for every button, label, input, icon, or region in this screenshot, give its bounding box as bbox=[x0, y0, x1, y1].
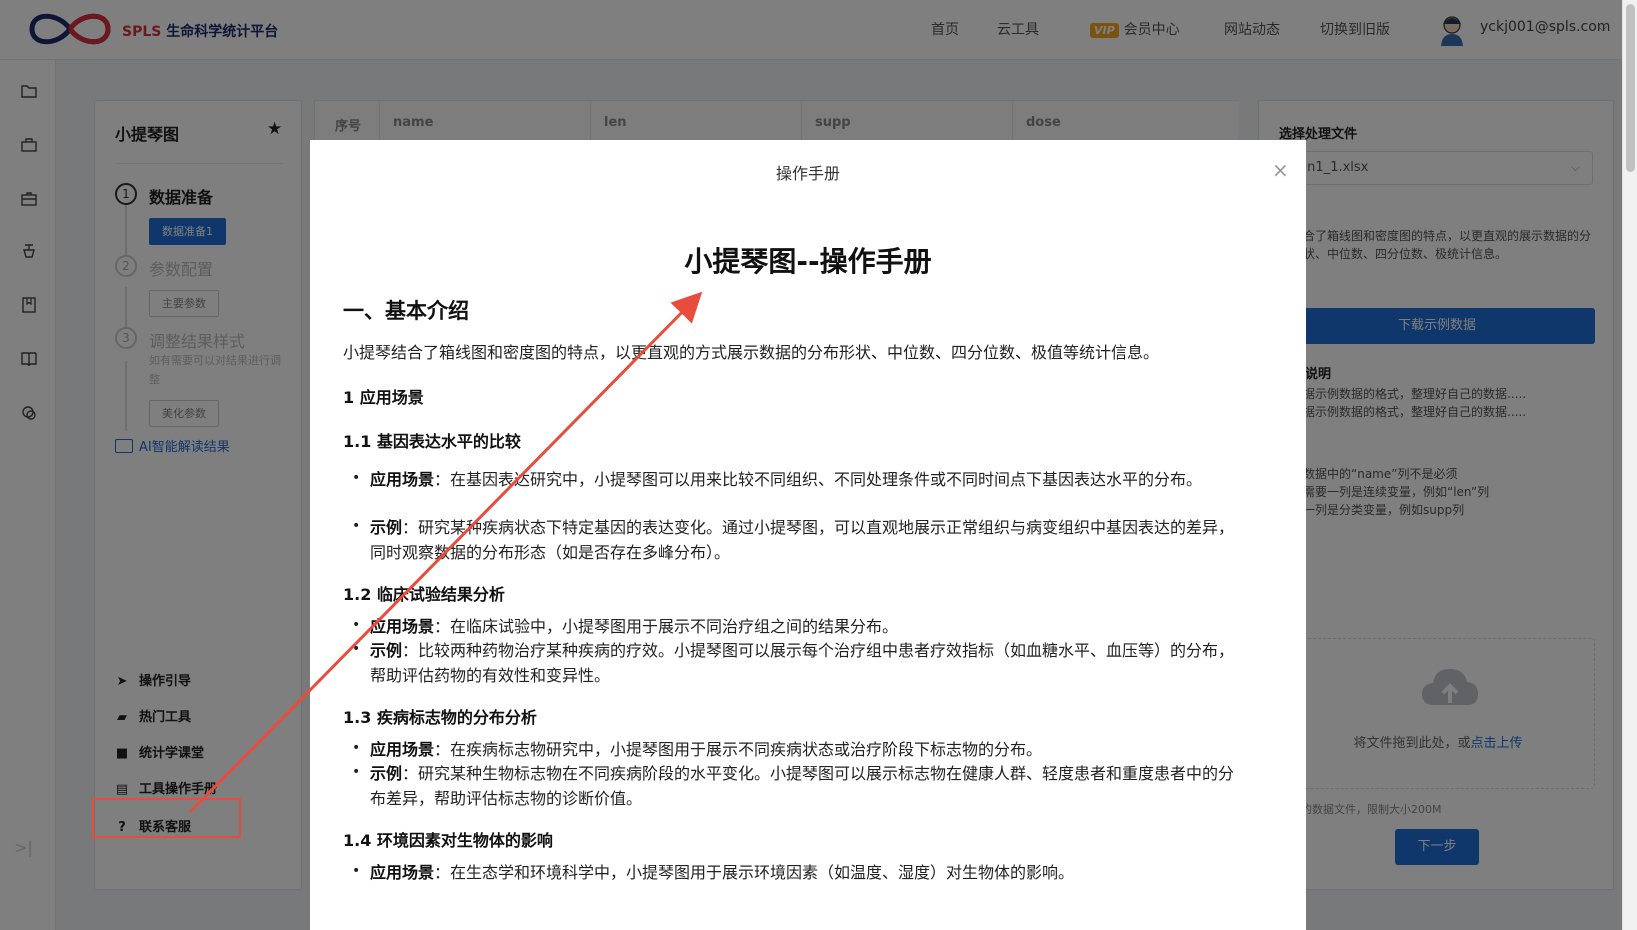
list-item-label: 应用场景 bbox=[370, 470, 435, 489]
list-item-text: ：在生态学和环境科学中，小提琴图用于展示环境因素（如温度、湿度）对生物体的影响。 bbox=[434, 863, 1075, 882]
list-item-label: 示例 bbox=[370, 764, 403, 783]
doc-title: 小提琴图--操作手册 bbox=[684, 245, 932, 278]
subsection-heading: 1.4 环境因素对生物体的影响 bbox=[343, 831, 553, 850]
subsection-heading: 1.1 基因表达水平的比较 bbox=[343, 432, 521, 451]
list-item-text: ：研究某种疾病状态下特定基因的表达变化。通过小提琴图，可以直观地展示正常组织与病… bbox=[370, 518, 1235, 562]
list-item-text: ：研究某种生物标志物在不同疾病阶段的水平变化。小提琴图可以展示标志物在健康人群、… bbox=[370, 764, 1235, 808]
page-scrollbar[interactable] bbox=[1622, 0, 1637, 930]
bullet: • bbox=[352, 518, 361, 534]
list-item-label: 应用场景 bbox=[370, 617, 435, 636]
bullet: • bbox=[352, 740, 361, 756]
manual-modal: 操作手册 × 小提琴图--操作手册 一、基本介绍 小提琴结合了箱线图和密度图的特… bbox=[310, 140, 1306, 930]
subsection-heading: 1 应用场景 bbox=[343, 388, 424, 407]
list-item-label: 应用场景 bbox=[370, 863, 435, 882]
list-item-text: ：在临床试验中，小提琴图用于展示不同治疗组之间的结果分布。 bbox=[434, 617, 899, 636]
subsection-heading: 1.2 临床试验结果分析 bbox=[343, 585, 505, 604]
list-item: 示例：比较两种药物治疗某种疾病的疗效。小提琴图可以展示每个治疗组中患者疗效指标（… bbox=[370, 638, 1250, 688]
highlight-box bbox=[92, 798, 241, 838]
scrollbar-thumb[interactable] bbox=[1626, 4, 1635, 172]
close-icon[interactable]: × bbox=[1272, 158, 1289, 182]
bullet: • bbox=[352, 617, 361, 633]
list-item-text: ：比较两种药物治疗某种疾病的疗效。小提琴图可以展示每个治疗组中患者疗效指标（如血… bbox=[370, 641, 1235, 685]
bullet: • bbox=[352, 764, 361, 780]
list-item: 应用场景：在生态学和环境科学中，小提琴图用于展示环境因素（如温度、湿度）对生物体… bbox=[370, 860, 1250, 885]
list-item-text: ：在疾病标志物研究中，小提琴图用于展示不同疾病状态或治疗阶段下标志物的分布。 bbox=[434, 740, 1043, 759]
list-item: 应用场景：在疾病标志物研究中，小提琴图用于展示不同疾病状态或治疗阶段下标志物的分… bbox=[370, 737, 1250, 762]
list-item: 示例：研究某种生物标志物在不同疾病阶段的水平变化。小提琴图可以展示标志物在健康人… bbox=[370, 761, 1250, 811]
list-item-label: 示例 bbox=[370, 641, 403, 660]
bullet: • bbox=[352, 641, 361, 657]
subsection-heading: 1.3 疾病标志物的分布分析 bbox=[343, 708, 537, 727]
bullet: • bbox=[352, 863, 361, 879]
list-item-label: 示例 bbox=[370, 518, 403, 537]
list-item-text: ：在基因表达研究中，小提琴图可以用来比较不同组织、不同处理条件或不同时间点下基因… bbox=[434, 470, 1203, 489]
section-heading: 一、基本介绍 bbox=[343, 299, 469, 323]
list-item: 示例：研究某种疾病状态下特定基因的表达变化。通过小提琴图，可以直观地展示正常组织… bbox=[370, 515, 1250, 565]
list-item: 应用场景：在基因表达研究中，小提琴图可以用来比较不同组织、不同处理条件或不同时间… bbox=[370, 467, 1250, 492]
intro-paragraph: 小提琴结合了箱线图和密度图的特点，以更直观的方式展示数据的分布形状、中位数、四分… bbox=[343, 343, 1160, 362]
modal-title: 操作手册 bbox=[775, 164, 840, 183]
list-item: 应用场景：在临床试验中，小提琴图用于展示不同治疗组之间的结果分布。 bbox=[370, 614, 1250, 639]
collapse-rail-icon[interactable]: >| bbox=[14, 838, 33, 857]
list-item-label: 应用场景 bbox=[370, 740, 435, 759]
bullet: • bbox=[352, 470, 361, 486]
